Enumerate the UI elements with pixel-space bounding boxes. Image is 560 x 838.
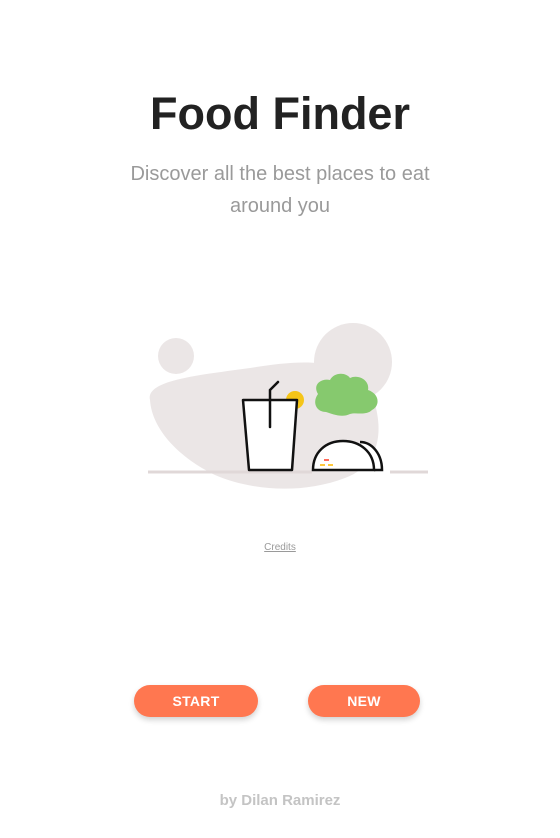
credits-link[interactable]: Credits: [264, 542, 296, 553]
app-title: Food Finder: [150, 88, 410, 139]
start-button[interactable]: START: [134, 685, 258, 717]
small-circle-decoration: [158, 338, 194, 374]
credits: Credits: [0, 537, 560, 555]
taco-filling-red: [324, 459, 329, 461]
taco-filling-yellow-1: [320, 464, 325, 466]
new-button[interactable]: NEW: [308, 685, 420, 717]
food-illustration: [0, 300, 560, 520]
author-byline: by Dilan Ramirez: [219, 792, 341, 809]
taco-filling-yellow-2: [328, 464, 333, 466]
app-subtitle: Discover all the best places to eat arou…: [130, 163, 430, 217]
